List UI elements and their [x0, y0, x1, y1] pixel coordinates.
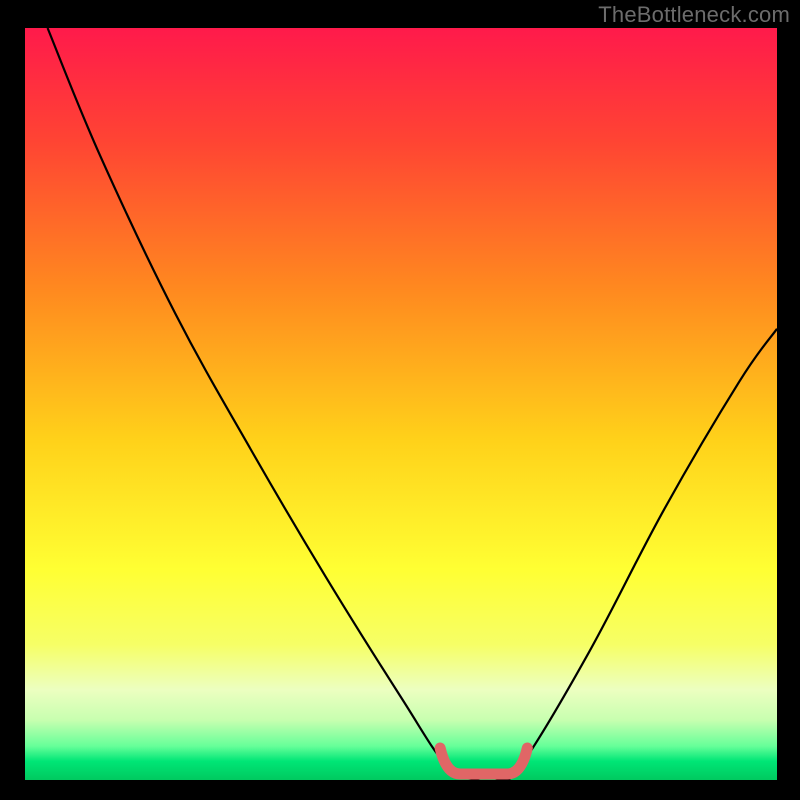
bottleneck-chart [0, 0, 800, 800]
plot-background [25, 28, 777, 780]
chart-frame: TheBottleneck.com [0, 0, 800, 800]
